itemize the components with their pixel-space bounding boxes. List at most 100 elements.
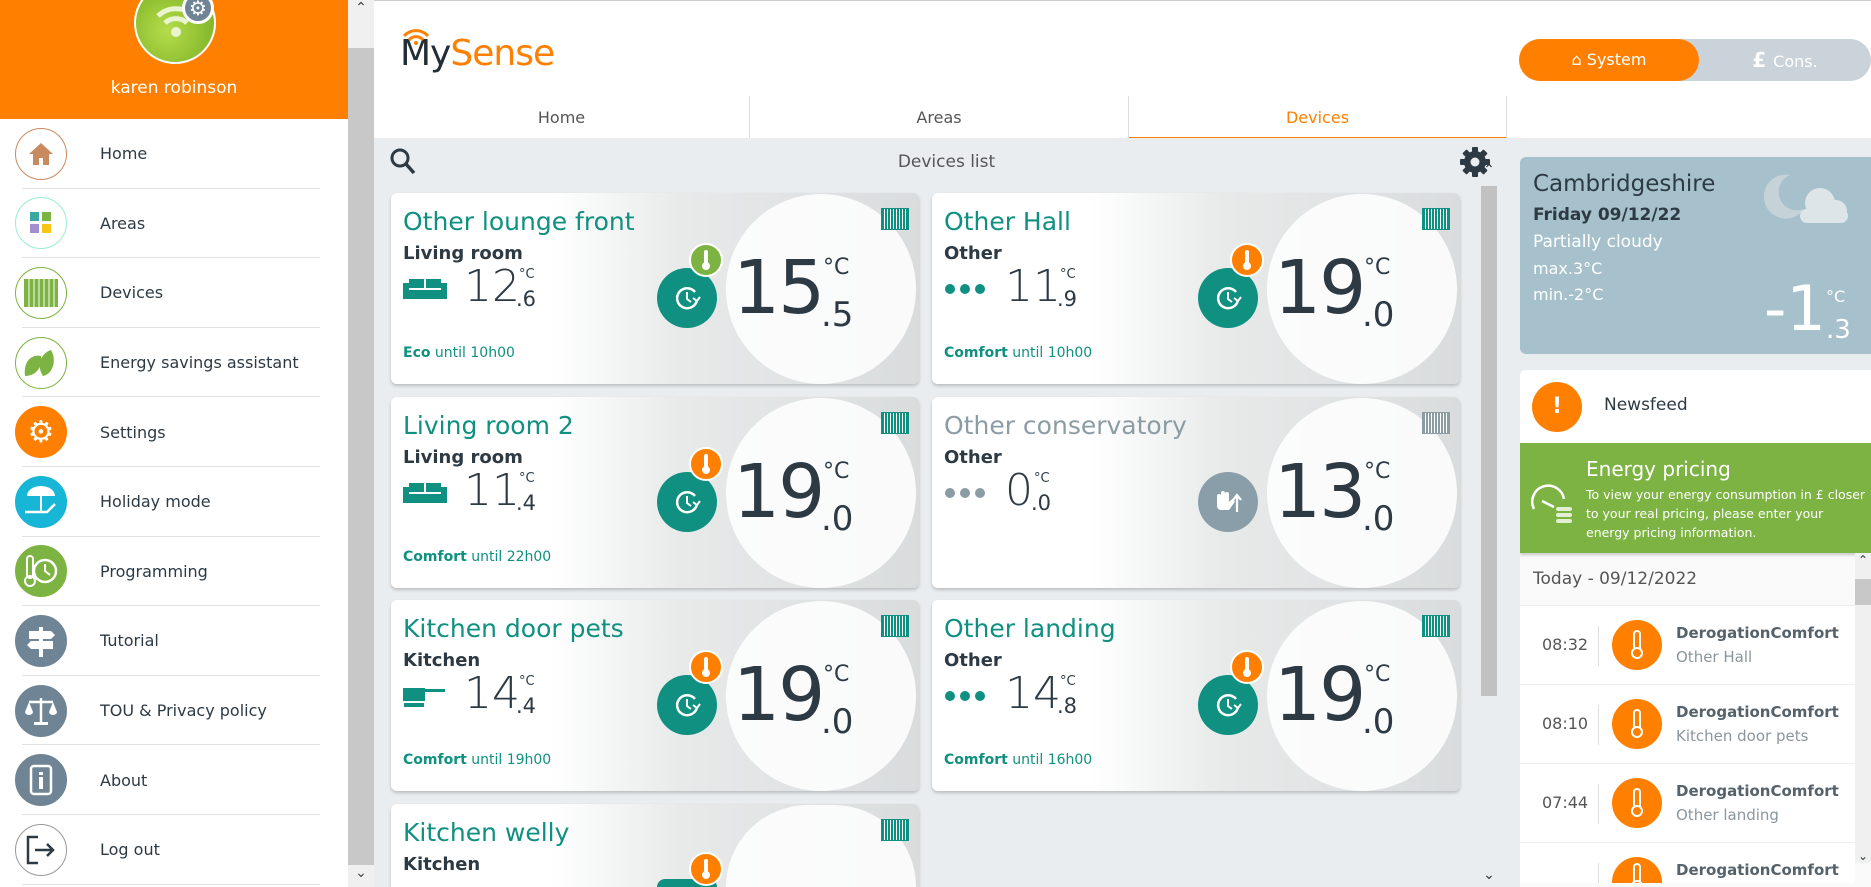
device-card[interactable]: Living room 2 Living room 11 °C .4 19 °C .0 Comf… [391,397,919,588]
divider [1598,626,1599,666]
newsfeed: ! Newsfeed Energy pricing To view your en… [1520,370,1871,887]
sidebar-item-devices[interactable]: Devices [0,258,348,328]
temperature-unit: °C [519,267,535,282]
news-item[interactable]: 08:32 DerogationComfort Other Hall [1520,606,1855,685]
mode-button[interactable] [1198,472,1258,532]
device-name: Kitchen door pets [403,614,624,643]
devices-panel: Devices list Other lounge front Living ro… [374,138,1519,887]
home-icon: ⌂ [1571,50,1587,69]
sofa-icon [403,279,447,299]
temperature-unit: °C [519,471,535,486]
areas-grid-icon [15,197,67,250]
tab-home[interactable]: Home [374,96,750,139]
device-card[interactable]: Other Hall Other 11 °C .9 19 °C .0 Comfort until… [932,193,1460,384]
sidebar-item-settings[interactable]: ⚙ Settings [0,397,348,467]
setpoint-temperature: 19 [1274,245,1366,331]
sidebar: ⚙ karen robinson Home Areas Devices Energy … [0,0,348,887]
derogation-badge [1230,243,1264,277]
news-item[interactable]: 07:44 DerogationComfort Other landing [1520,764,1855,843]
current-temperature-decimal: .8 [1057,694,1078,718]
scroll-down-icon[interactable]: ⌄ [1477,867,1501,887]
mode-button[interactable] [1198,675,1258,735]
home-icon [15,127,67,180]
current-temperature: 11 [1005,261,1061,312]
news-device: Other Hall [1676,648,1753,666]
news-time: 08:10 [1542,714,1589,733]
mode-button[interactable] [1198,268,1258,328]
device-card[interactable]: Kitchen door pets Kitchen 14 °C .4 19 °C .0 Comf… [391,600,919,791]
setpoint-temperature-decimal: .0 [1362,499,1395,539]
schedule-icon [675,491,701,514]
weather-description: Partially cloudy [1533,232,1663,252]
radiator-icon [881,412,909,434]
schedule-icon [1216,287,1242,310]
device-card[interactable]: Other landing Other 14 °C .8 19 °C .0 Comfort un… [932,600,1460,791]
thermometer-icon [1612,699,1662,749]
sidebar-item-label: Holiday mode [100,492,211,512]
mode-status: Comfort until 10h00 [944,345,1093,361]
current-temperature: 0 [1005,465,1033,516]
radiator-icon [881,208,909,230]
sidebar-item-label: Devices [100,283,164,303]
sidebar-item-holiday-mode[interactable]: Holiday mode [0,467,348,537]
sidebar-item-home[interactable]: Home [0,119,348,189]
scroll-up-icon[interactable]: ⌃ [1855,553,1871,567]
devices-scrollbar[interactable]: ⌃ ⌄ [1477,162,1501,887]
gear-icon: ⚙ [15,406,67,459]
thermometer-icon [702,250,710,270]
sidebar-item-energy-savings-assistant[interactable]: Energy savings assistant [0,328,348,398]
news-event: DerogationComfort [1676,703,1839,721]
system-toggle-button[interactable]: ⌂ System [1519,39,1699,81]
weather-unit: °C [1826,287,1846,306]
news-item[interactable]: DerogationComfort [1520,843,1855,883]
scroll-thumb[interactable] [1855,579,1871,605]
sidebar-item-tou-privacy-policy[interactable]: TOU & Privacy policy [0,676,348,746]
energy-pricing-banner[interactable]: Energy pricing To view your energy consu… [1520,443,1871,553]
device-room: Other [944,243,1002,264]
thermo-clock-icon [15,545,67,598]
tab-devices[interactable]: Devices [1129,96,1507,139]
sidebar-item-programming[interactable]: Programming [0,537,348,607]
sidebar-item-about[interactable]: About [0,745,348,815]
mode-button[interactable] [657,268,717,328]
current-temperature: 14 [1005,668,1061,719]
setpoint-temperature: 13 [1274,449,1366,535]
scroll-thumb[interactable] [1481,186,1497,696]
meter-coins-icon [1531,484,1572,523]
scroll-up-icon[interactable]: ⌃ [1477,162,1501,182]
derogation-badge [689,650,723,684]
signpost-icon [15,614,67,667]
manual-override-icon [1217,491,1242,512]
device-card[interactable]: Other conservatory Other 0 °C .0 13 °C .0 [932,397,1460,588]
sidebar-item-label: Energy savings assistant [100,353,299,373]
sidebar-item-tutorial[interactable]: Tutorial [0,606,348,676]
news-scrollbar[interactable]: ⌃ ⌄ [1855,553,1871,863]
mode-button[interactable] [657,675,717,735]
pan-icon [403,688,445,707]
device-card[interactable]: Kitchen welly Kitchen [391,804,919,887]
sidebar-item-label: TOU & Privacy policy [100,701,267,721]
sidebar-scrollbar[interactable]: ⌃ ⌄ [348,0,374,887]
consumption-toggle-button[interactable]: £ Cons. [1699,39,1871,81]
current-temperature-decimal: .9 [1057,287,1078,311]
temperature-unit: °C [823,662,850,687]
sidebar-item-label: About [100,770,148,790]
news-device: Other landing [1676,806,1779,824]
device-name: Living room 2 [403,411,574,440]
tab-areas[interactable]: Areas [750,96,1129,139]
weather-temp: -1 [1764,272,1826,345]
divider [1598,705,1599,745]
sidebar-item-label: Home [100,144,148,164]
thermometer-icon [1612,857,1662,883]
scroll-down-icon[interactable]: ⌄ [1855,849,1871,863]
device-room: Kitchen [403,854,481,875]
news-item[interactable]: 08:10 DerogationComfort Kitchen door pets [1520,685,1855,764]
scroll-down-icon[interactable]: ⌄ [348,865,374,887]
mode-button[interactable] [657,472,717,532]
device-card[interactable]: Other lounge front Living room 12 °C .6 15 °C.… [391,193,919,384]
sidebar-item-areas[interactable]: Areas [0,189,348,259]
temperature-unit: °C [1364,662,1391,687]
sidebar-item-log-out[interactable]: Log out [0,815,348,885]
scroll-up-icon[interactable]: ⌃ [348,0,374,48]
mode-status: Comfort until 16h00 [944,752,1093,768]
